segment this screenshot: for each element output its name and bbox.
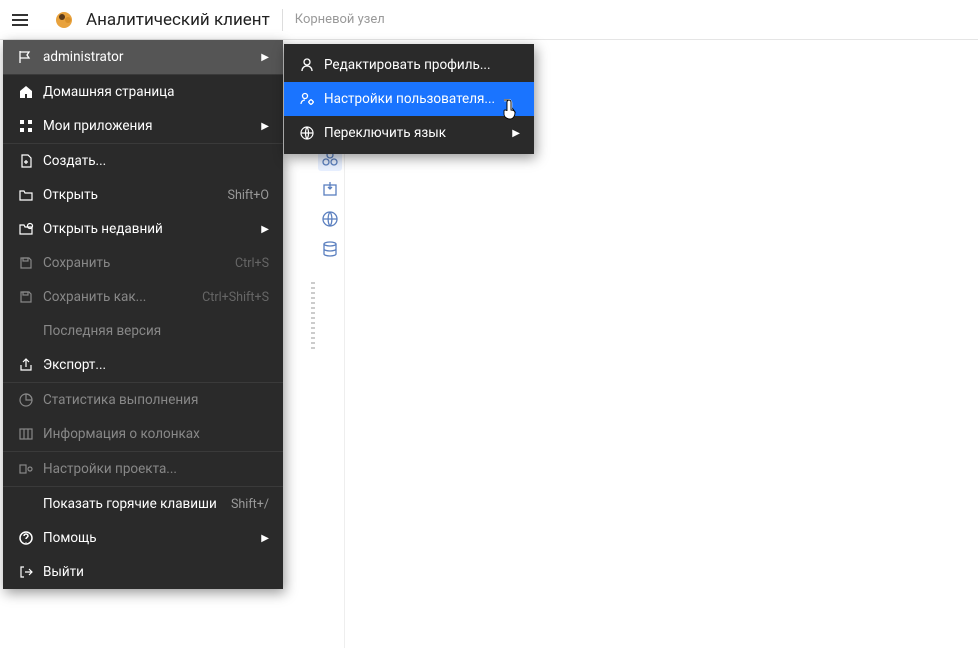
toolbar-web-button[interactable] (318, 207, 342, 231)
content-area (344, 147, 978, 648)
folder-recent-icon (17, 220, 35, 238)
chevron-right-icon: ▶ (261, 121, 269, 132)
folder-open-icon (17, 186, 35, 204)
menu-item-col-info: Информация о колонках (3, 417, 283, 451)
menu-save-as-label: Сохранить как... (43, 289, 194, 305)
menu-item-home[interactable]: Домашняя страница (3, 75, 283, 109)
menu-open-label: Открыть (43, 187, 220, 203)
profile-icon (298, 56, 316, 74)
menu-item-last-version: Последняя версия (3, 314, 283, 348)
menu-create-label: Создать... (43, 153, 269, 169)
menu-item-exec-stats: Статистика выполнения (3, 383, 283, 417)
menu-save-label: Сохранить (43, 255, 227, 271)
main-menu-panel: administrator ▶ Домашняя страница Мои пр… (3, 40, 283, 589)
menu-exit-label: Выйти (43, 564, 269, 580)
submenu-item-edit-profile[interactable]: Редактировать профиль... (284, 48, 534, 82)
globe-icon (298, 124, 316, 142)
submenu-item-user-settings[interactable]: Настройки пользователя... (284, 82, 534, 116)
columns-icon (17, 425, 35, 443)
menu-save-shortcut: Ctrl+S (235, 256, 269, 271)
stats-icon (17, 391, 35, 409)
menu-item-export[interactable]: Экспорт... (3, 348, 283, 382)
apps-grid-icon (17, 117, 35, 135)
help-icon (17, 529, 35, 547)
menu-item-exit[interactable]: Выйти (3, 555, 283, 589)
menu-exec-stats-label: Статистика выполнения (43, 392, 269, 408)
menu-home-label: Домашняя страница (43, 84, 269, 100)
toolbar-import-button[interactable] (318, 177, 342, 201)
chevron-right-icon: ▶ (261, 224, 269, 235)
export-icon (17, 356, 35, 374)
exit-icon (17, 563, 35, 581)
menu-item-create[interactable]: Создать... (3, 144, 283, 178)
toolbar-database-button[interactable] (318, 237, 342, 261)
menu-save-as-shortcut: Ctrl+Shift+S (202, 290, 269, 305)
breadcrumb[interactable]: Корневой узел (295, 12, 385, 27)
menu-col-info-label: Информация о колонках (43, 426, 269, 442)
save-as-icon (17, 288, 35, 306)
menu-item-save: Сохранить Ctrl+S (3, 246, 283, 280)
menu-last-version-label: Последняя версия (43, 323, 269, 339)
save-icon (17, 254, 35, 272)
menu-hotkeys-label: Показать горячие клавиши (43, 496, 223, 512)
header-bar: Аналитический клиент Корневой узел (0, 0, 978, 40)
menu-item-help[interactable]: Помощь ▶ (3, 521, 283, 555)
menu-item-hotkeys[interactable]: Показать горячие клавиши Shift+/ (3, 487, 283, 521)
menu-item-project-settings: Настройки проекта... (3, 452, 283, 486)
chevron-right-icon: ▶ (261, 52, 269, 63)
menu-item-open-recent[interactable]: Открыть недавний ▶ (3, 212, 283, 246)
menu-open-shortcut: Shift+O (228, 188, 269, 203)
menu-item-user[interactable]: administrator ▶ (3, 40, 283, 74)
vertical-toolbar (316, 147, 344, 261)
settings-icon (17, 460, 35, 478)
user-settings-icon (298, 90, 316, 108)
new-file-icon (17, 152, 35, 170)
user-flag-icon (17, 48, 35, 66)
menu-item-save-as: Сохранить как... Ctrl+Shift+S (3, 280, 283, 314)
submenu-edit-profile-label: Редактировать профиль... (324, 57, 520, 73)
menu-open-recent-label: Открыть недавний (43, 221, 255, 237)
app-title: Аналитический клиент (86, 10, 270, 30)
chevron-right-icon: ▶ (261, 533, 269, 544)
chevron-right-icon: ▶ (512, 128, 520, 139)
hamburger-menu-button[interactable] (8, 8, 32, 32)
submenu-item-switch-language[interactable]: Переключить язык ▶ (284, 116, 534, 150)
user-submenu-panel: Редактировать профиль... Настройки польз… (284, 44, 534, 154)
submenu-user-settings-label: Настройки пользователя... (324, 91, 520, 107)
menu-user-label: administrator (43, 49, 255, 65)
menu-help-label: Помощь (43, 530, 255, 546)
submenu-switch-lang-label: Переключить язык (324, 125, 506, 141)
app-logo-icon (50, 6, 78, 34)
menu-export-label: Экспорт... (43, 357, 269, 373)
header-divider (282, 9, 283, 31)
menu-project-settings-label: Настройки проекта... (43, 461, 269, 477)
home-icon (17, 83, 35, 101)
menu-hotkeys-shortcut: Shift+/ (231, 497, 269, 512)
menu-item-open[interactable]: Открыть Shift+O (3, 178, 283, 212)
menu-item-apps[interactable]: Мои приложения ▶ (3, 109, 283, 143)
menu-apps-label: Мои приложения (43, 118, 255, 134)
